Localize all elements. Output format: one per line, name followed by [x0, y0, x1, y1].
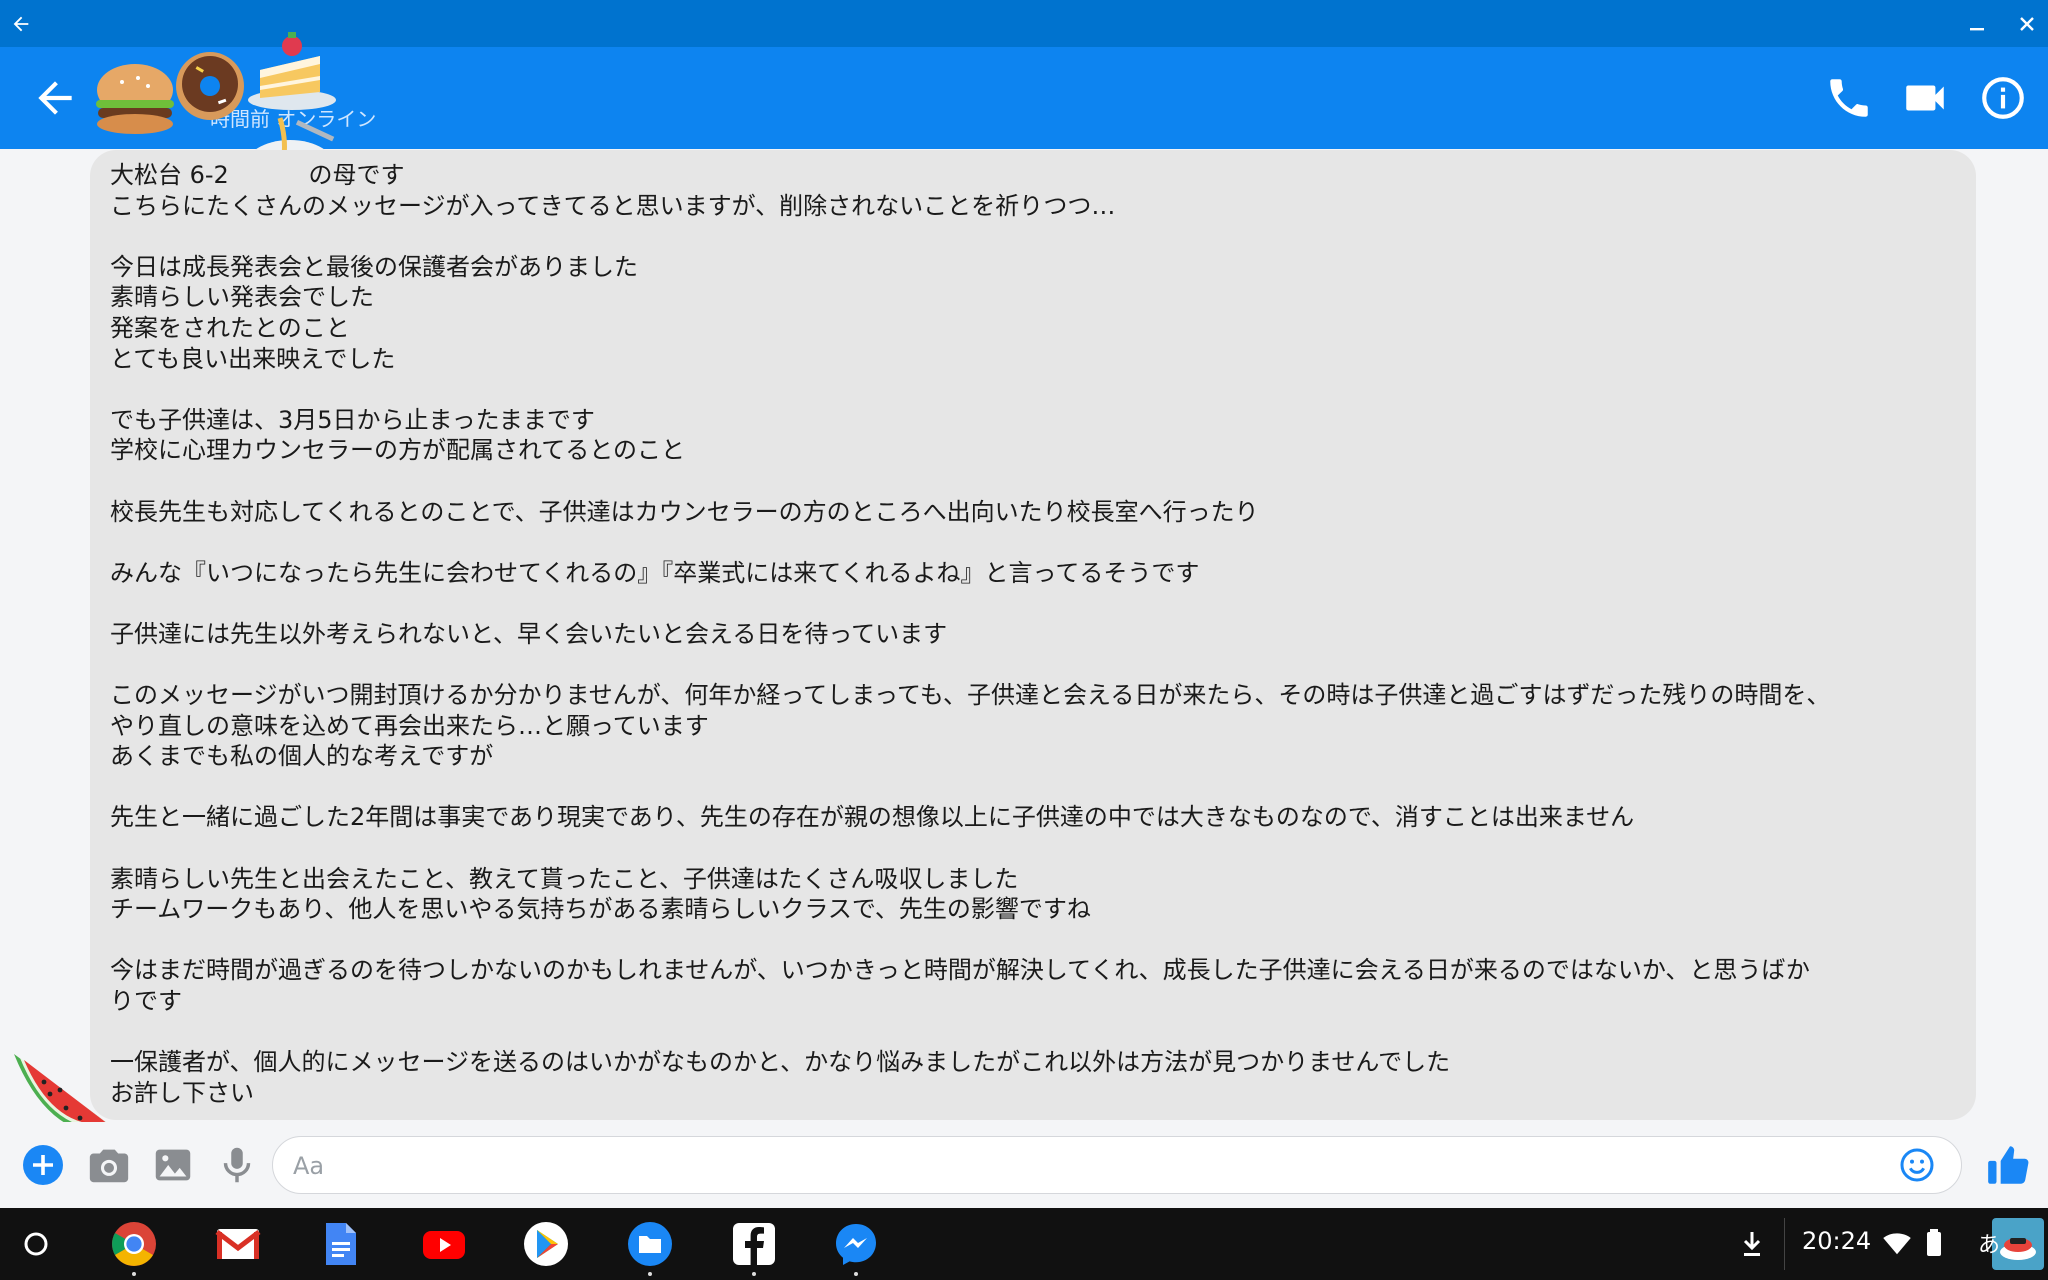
voice-call-icon[interactable]: [1824, 73, 1874, 123]
running-indicator: [648, 1272, 652, 1276]
message-bubble: 大松台 6-2 の母です こちらにたくさんのメッセージが入ってきてると思いますが…: [90, 150, 1976, 1120]
cake-icon: [244, 30, 340, 114]
composer-bar: [0, 1122, 2048, 1208]
os-shelf: [0, 1208, 2048, 1280]
donut-icon: [170, 46, 250, 126]
hamburger-icon: [90, 54, 180, 144]
video-call-icon[interactable]: [1900, 73, 1950, 123]
youtube-icon[interactable]: [420, 1220, 468, 1268]
add-plus-icon[interactable]: [20, 1142, 66, 1188]
chrome-icon[interactable]: [110, 1220, 158, 1268]
play-store-icon[interactable]: [522, 1220, 570, 1268]
info-icon[interactable]: [1978, 73, 2028, 123]
messenger-icon[interactable]: [832, 1220, 880, 1268]
running-indicator: [132, 1272, 136, 1276]
microphone-icon[interactable]: [214, 1142, 260, 1188]
ime-indicator[interactable]: あ: [1978, 1227, 2000, 1259]
download-icon[interactable]: [1738, 1226, 1766, 1262]
facebook-icon[interactable]: [730, 1220, 778, 1268]
system-clock[interactable]: 20:24: [1802, 1227, 1871, 1255]
files-icon[interactable]: [626, 1220, 674, 1268]
window-back-icon[interactable]: [6, 0, 36, 47]
close-window-icon[interactable]: [2012, 0, 2042, 47]
shelf-divider: [1784, 1218, 1785, 1270]
message-input[interactable]: [291, 1147, 1875, 1185]
running-indicator: [854, 1272, 858, 1276]
message-input-container[interactable]: [272, 1136, 1962, 1194]
thumbs-up-icon[interactable]: [1984, 1140, 2034, 1190]
camera-icon[interactable]: [86, 1142, 132, 1188]
back-arrow-icon[interactable]: [30, 73, 80, 123]
emoji-smiley-icon[interactable]: [1897, 1145, 1937, 1185]
gallery-icon[interactable]: [150, 1142, 196, 1188]
docs-icon[interactable]: [316, 1220, 364, 1268]
gmail-icon[interactable]: [214, 1220, 262, 1268]
launcher-circle-icon[interactable]: [18, 1226, 54, 1262]
battery-icon[interactable]: [1924, 1226, 1944, 1260]
message-text: 大松台 6-2 の母です こちらにたくさんのメッセージが入ってきてると思いますが…: [110, 161, 1831, 1107]
running-indicator: [752, 1272, 756, 1276]
minimize-icon[interactable]: [1962, 0, 1992, 47]
wifi-icon[interactable]: [1882, 1228, 1912, 1258]
